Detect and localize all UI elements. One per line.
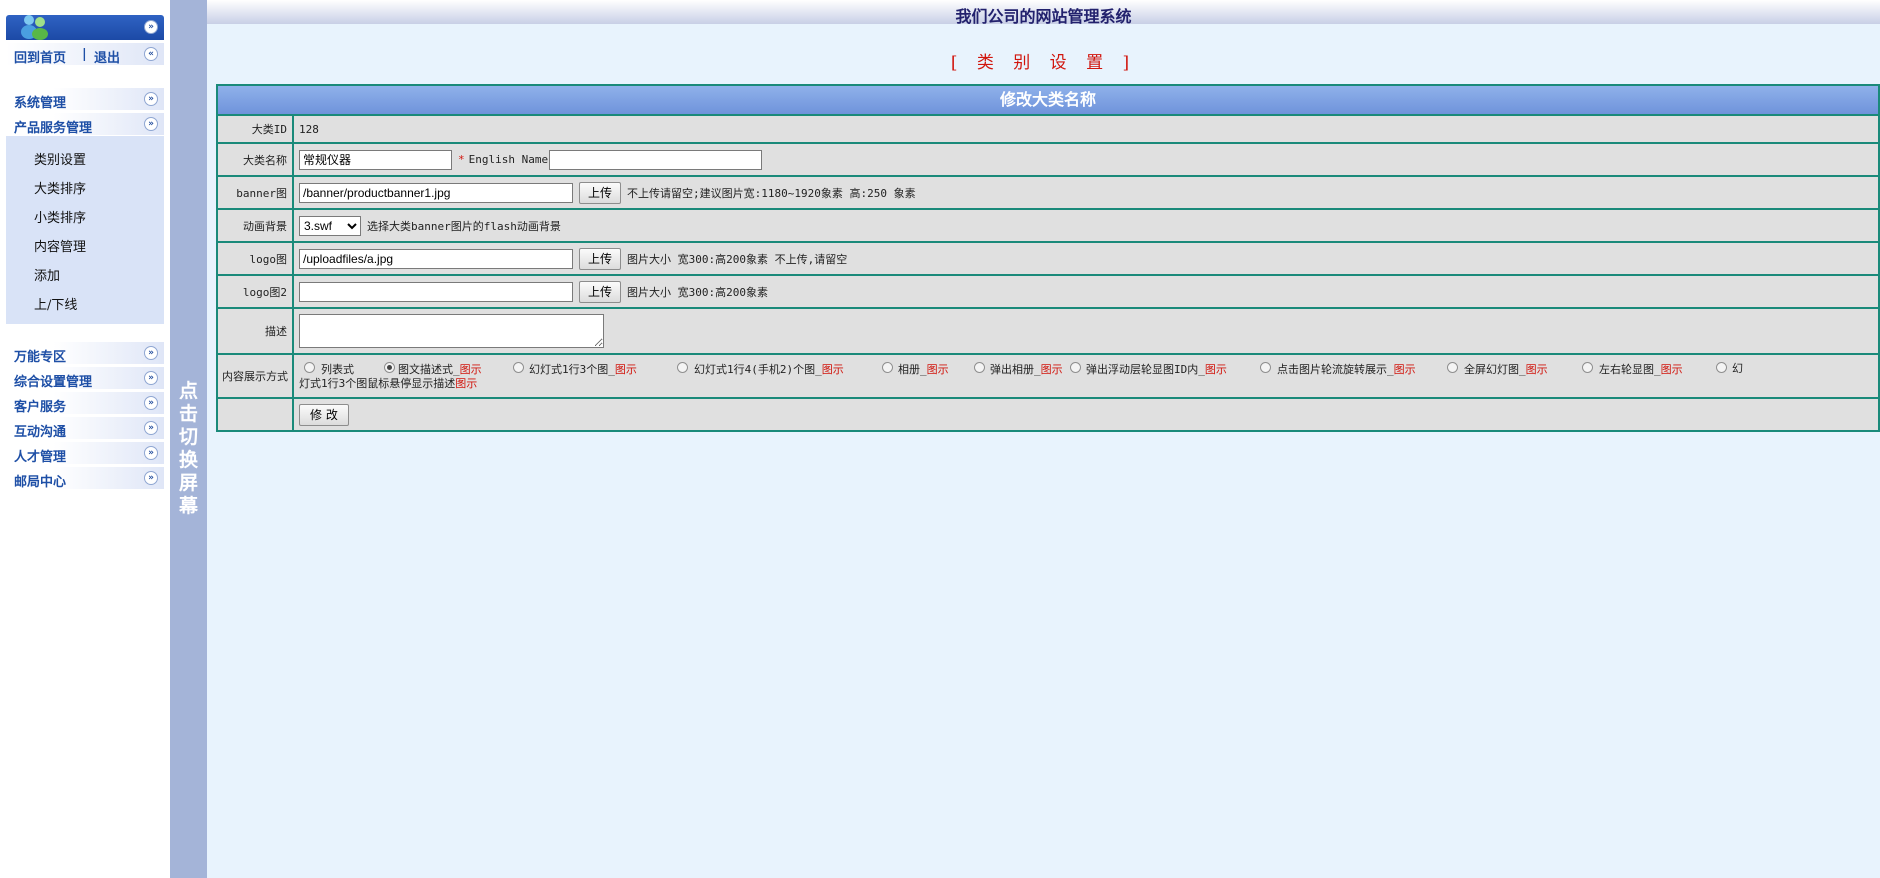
submenu-item-category[interactable]: 类别设置 [34, 149, 86, 168]
link-separator: | [82, 47, 87, 62]
id-value: 128 [299, 122, 319, 136]
menu-label: 邮局中心 [14, 475, 67, 490]
chevron-down-icon: » [144, 421, 158, 435]
chevron-down-icon: » [144, 92, 158, 106]
sidebar: » 回到首页 | 退出 « 系统管理 » 产品服务管理 » 类别设置 大类排序 … [0, 0, 170, 878]
banner-hint: 不上传请留空;建议图片宽:1180~1920象素 高:250 象素 [627, 186, 916, 200]
description-textarea[interactable] [299, 314, 604, 348]
flash-hint: 选择大类banner图片的flash动画背景 [367, 219, 561, 233]
logo-hint: 图片大小 宽300:高200象素 不上传,请留空 [627, 252, 848, 266]
form-title: 修改大类名称 [218, 86, 1878, 116]
english-name-input[interactable] [549, 149, 763, 170]
top-header: 我们公司的网站管理系统 [207, 0, 1880, 26]
menu-talent[interactable]: 人才管理 » [6, 442, 164, 465]
logout-link[interactable]: 退出 [94, 47, 120, 66]
menu-settings[interactable]: 综合设置管理 » [6, 367, 164, 390]
logo-upload-button[interactable]: 上传 [579, 247, 622, 270]
app-title: 我们公司的网站管理系统 [955, 7, 1132, 26]
menu-label: 人才管理 [14, 450, 67, 465]
row-logo: logo图 上传 图片大小 宽300:高200象素 不上传,请留空 [218, 243, 1878, 276]
submit-button[interactable]: 修 改 [299, 403, 349, 426]
logo-label: logo图 [218, 243, 294, 274]
logo-path-input[interactable] [299, 248, 573, 269]
row-flash: 动画背景 3.swf 选择大类banner图片的flash动画背景 [218, 210, 1878, 243]
logo2-path-input[interactable] [299, 281, 573, 302]
menu-universal[interactable]: 万能专区 » [6, 342, 164, 365]
menu-label: 客户服务 [14, 400, 67, 415]
row-banner: banner图 上传 不上传请留空;建议图片宽:1180~1920象素 高:25… [218, 177, 1878, 210]
user-links: 回到首页 | 退出 « [6, 43, 164, 66]
demo-link[interactable]: 图示 [455, 377, 477, 390]
submenu-item-online[interactable]: 上/下线 [34, 294, 77, 313]
option-slide-hover-text: 幻灯式1行3个图鼠标悬停显示描述图示 [299, 362, 1743, 390]
flash-background-select[interactable]: 3.swf [299, 215, 361, 236]
chevron-down-icon: » [144, 446, 158, 460]
chevron-down-icon: » [144, 371, 158, 385]
menu-customer[interactable]: 客户服务 » [6, 392, 164, 415]
description-label: 描述 [218, 309, 294, 353]
name-label: 大类名称 [218, 144, 294, 175]
banner-upload-button[interactable]: 上传 [579, 181, 622, 204]
row-name: 大类名称 * English Name [218, 144, 1878, 177]
submenu-item-major-sort[interactable]: 大类排序 [34, 178, 86, 197]
collapse-sidebar-icon[interactable]: « [144, 47, 158, 61]
menu-label: 系统管理 [14, 96, 67, 111]
toggle-char: 屏 [178, 472, 198, 494]
chevron-down-icon: » [144, 396, 158, 410]
row-logo2: logo图2 上传 图片大小 宽300:高200象素 [218, 276, 1878, 309]
toggle-char: 切 [178, 426, 198, 448]
toggle-screen-bar[interactable]: 点击切换屏幕 [170, 0, 207, 878]
category-name-input[interactable] [299, 149, 452, 170]
id-label: 大类ID [218, 116, 294, 142]
radio-slide-hover[interactable] [1716, 362, 1727, 373]
toggle-screen-text[interactable]: 点击切换屏幕 [170, 380, 207, 518]
main-content: 我们公司的网站管理系统 [ 类 别 设 置 ] 修改大类名称 大类ID 128 … [207, 0, 1880, 878]
chevron-down-icon: » [144, 117, 158, 131]
display-mode-label: 内容展示方式 [218, 355, 294, 397]
menu-product-service[interactable]: 产品服务管理 » [6, 113, 164, 136]
row-display-mode: 内容展示方式 列表式 图文描述式_图示 幻灯式1行3个图_图示 幻灯式1行4(手… [218, 355, 1878, 399]
menu-label: 互动沟通 [14, 425, 67, 440]
user-avatar-icon [21, 15, 48, 40]
category-form: 修改大类名称 大类ID 128 大类名称 * English Name bann… [216, 84, 1880, 432]
menu-interaction[interactable]: 互动沟通 » [6, 417, 164, 440]
submenu-item-content[interactable]: 内容管理 [34, 236, 86, 255]
toggle-char: 幕 [178, 495, 198, 517]
logo2-upload-button[interactable]: 上传 [579, 280, 622, 303]
flash-label: 动画背景 [218, 210, 294, 241]
home-link[interactable]: 回到首页 [14, 47, 66, 66]
banner-label: banner图 [218, 177, 294, 208]
sidebar-header: » [6, 15, 164, 40]
toggle-char: 换 [178, 449, 198, 471]
toggle-char: 点 [178, 380, 198, 402]
menu-system[interactable]: 系统管理 » [6, 88, 164, 111]
english-name-label: English Name [468, 153, 549, 166]
row-description: 描述 [218, 309, 1878, 355]
logo2-hint: 图片大小 宽300:高200象素 [627, 285, 768, 299]
required-mark: * [458, 153, 465, 166]
page-title: [ 类 别 设 置 ] [950, 53, 1137, 73]
submenu-item-add[interactable]: 添加 [34, 265, 60, 284]
logo2-label: logo图2 [218, 276, 294, 307]
toggle-char: 击 [178, 403, 198, 425]
menu-label: 产品服务管理 [14, 121, 93, 136]
submenu-product: 类别设置 大类排序 小类排序 内容管理 添加 上/下线 [6, 136, 164, 324]
banner-path-input[interactable] [299, 182, 573, 203]
menu-mail[interactable]: 邮局中心 » [6, 467, 164, 490]
menu-label: 综合设置管理 [14, 375, 93, 390]
chevron-down-icon: » [144, 346, 158, 360]
row-id: 大类ID 128 [218, 116, 1878, 144]
chevron-down-icon: » [144, 471, 158, 485]
submenu-item-minor-sort[interactable]: 小类排序 [34, 207, 86, 226]
row-submit: 修 改 [218, 399, 1878, 430]
collapse-header-icon[interactable]: » [144, 20, 158, 34]
menu-label: 万能专区 [14, 350, 67, 365]
submit-label-cell [218, 399, 294, 430]
